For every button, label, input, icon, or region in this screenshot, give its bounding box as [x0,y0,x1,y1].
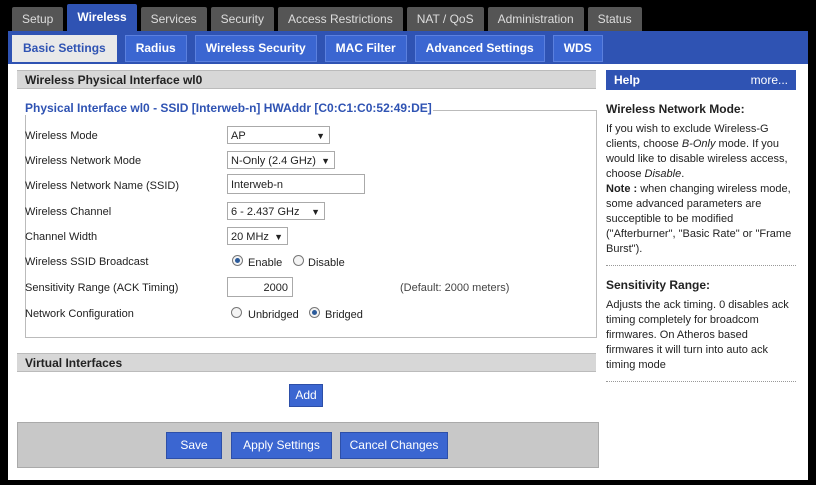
help-sensitivity-body: Adjusts the ack timing. 0 disables ack t… [606,299,789,371]
top-navigation-bar: Setup Wireless Services Security Access … [0,0,816,31]
physical-interface-legend: Physical Interface wl0 - SSID [Interweb-… [24,101,433,115]
channel-label: Wireless Channel [25,206,112,218]
ssid-label: Wireless Network Name (SSID) [25,180,180,192]
tab-wireless[interactable]: Wireless [67,4,137,31]
channel-select[interactable]: 6 - 2.437 GHz ▼ [227,202,325,220]
physical-interface-fieldset [25,110,597,338]
subtab-advanced-settings[interactable]: Advanced Settings [414,35,545,62]
help-separator [606,381,796,382]
network-config-unbridged-label: Unbridged [248,309,299,321]
content-area: Wireless Physical Interface wl0 Physical… [8,64,808,480]
channel-value: 6 - 2.437 GHz [231,206,300,218]
network-config-label: Network Configuration [25,308,134,320]
sub-tabs: Basic Settings Radius Wireless Security … [8,35,607,62]
tab-administration[interactable]: Administration [487,7,584,31]
subtab-wireless-security[interactable]: Wireless Security [194,35,317,62]
save-button[interactable]: Save [166,432,222,459]
network-config-bridged-label: Bridged [325,309,363,321]
help-separator [606,265,796,266]
help-more-link[interactable]: more... [751,70,788,90]
tab-services[interactable]: Services [140,7,207,31]
ssid-broadcast-disable-radio[interactable] [293,255,304,266]
channel-width-label: Channel Width [25,231,98,243]
ssid-broadcast-disable-label: Disable [308,257,345,269]
physical-interface-header: Wireless Physical Interface wl0 [17,70,596,89]
help-network-mode-title: Wireless Network Mode: [606,102,745,116]
chevron-down-icon: ▼ [316,131,325,141]
tab-security[interactable]: Security [210,7,274,31]
channel-width-value: 20 MHz [231,231,269,243]
chevron-down-icon: ▼ [321,156,330,166]
subtab-mac-filter[interactable]: MAC Filter [324,35,407,62]
network-config-unbridged-radio[interactable] [231,307,242,318]
sensitivity-default-note: (Default: 2000 meters) [400,282,510,294]
wireless-mode-value: AP [231,130,246,142]
chevron-down-icon: ▼ [274,232,283,242]
ssid-broadcast-enable-radio[interactable] [232,255,243,266]
help-emphasis: Disable [644,168,682,180]
subtab-basic-settings[interactable]: Basic Settings [12,35,117,62]
sub-tab-bar: Basic Settings Radius Wireless Security … [8,31,808,64]
wireless-mode-select[interactable]: AP ▼ [227,126,330,144]
help-panel: Help more... Wireless Network Mode: If y… [606,70,796,382]
wireless-mode-label: Wireless Mode [25,130,98,142]
subtab-wds[interactable]: WDS [552,35,603,62]
network-mode-select[interactable]: N-Only (2.4 GHz) ▼ [227,151,335,169]
help-text: . [681,168,685,180]
virtual-interfaces-header: Virtual Interfaces [17,353,596,372]
tab-access-restrictions[interactable]: Access Restrictions [278,7,403,31]
ssid-input[interactable]: Interweb-n [227,174,365,194]
help-sensitivity-title: Sensitivity Range: [606,278,711,292]
tab-nat-qos[interactable]: NAT / QoS [406,7,484,31]
chevron-down-icon: ▼ [311,207,320,217]
help-note-label: Note : [606,183,638,195]
virtual-interfaces-title: Virtual Interfaces [25,356,123,370]
network-mode-label: Wireless Network Mode [25,155,142,167]
main-tabs: Setup Wireless Services Security Access … [12,4,646,31]
sensitivity-label: Sensitivity Range (ACK Timing) [25,282,179,294]
channel-width-select[interactable]: 20 MHz ▼ [227,227,288,245]
physical-interface-title: Wireless Physical Interface wl0 [25,73,203,87]
sensitivity-input[interactable]: 2000 [227,277,293,297]
apply-settings-button[interactable]: Apply Settings [231,432,332,459]
subtab-radius[interactable]: Radius [124,35,187,62]
ssid-broadcast-enable-label: Enable [248,257,283,269]
tab-status[interactable]: Status [587,7,642,31]
help-emphasis: B-Only [681,138,716,150]
help-title: Help [614,73,641,87]
network-mode-value: N-Only (2.4 GHz) [231,155,316,167]
help-header: Help more... [606,70,796,90]
ssid-broadcast-label: Wireless SSID Broadcast [25,256,149,268]
add-virtual-interface-button[interactable]: Add [289,384,323,407]
network-config-bridged-radio[interactable] [309,307,320,318]
cancel-changes-button[interactable]: Cancel Changes [340,432,448,459]
tab-setup[interactable]: Setup [12,7,64,31]
help-network-mode-body: If you wish to exclude Wireless-G client… [606,122,796,257]
